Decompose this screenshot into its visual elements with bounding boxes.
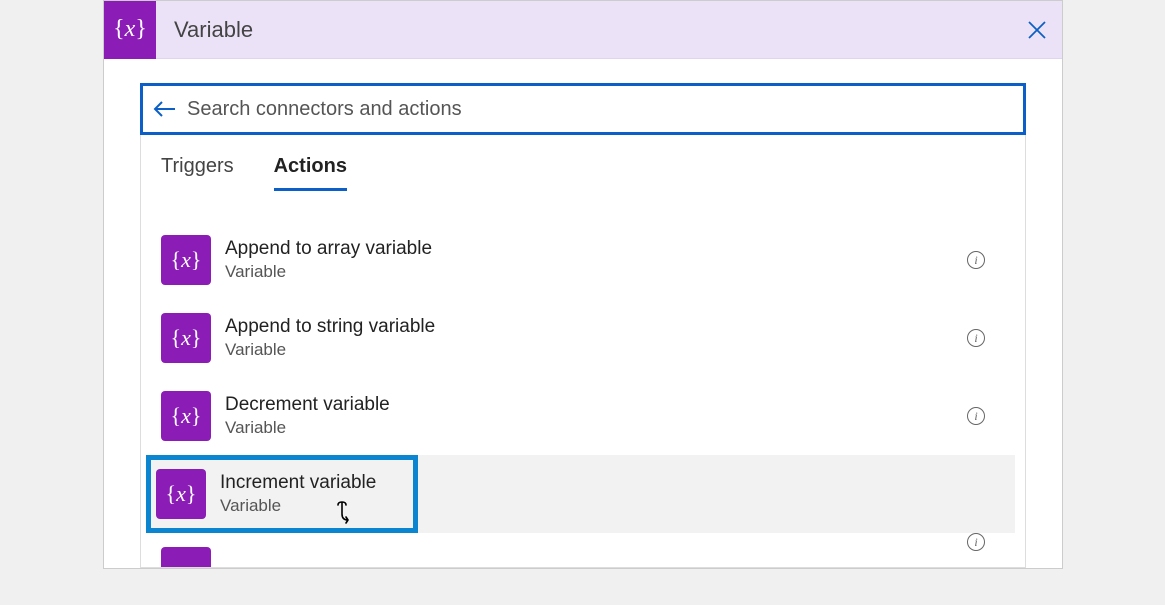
dialog-header: x Variable	[104, 1, 1062, 59]
action-subtitle: Variable	[225, 418, 1005, 438]
action-subtitle: Variable	[225, 340, 1005, 360]
action-subtitle: Variable	[220, 496, 408, 516]
action-title: Append to array variable	[225, 238, 1005, 260]
action-title: Append to string variable	[225, 316, 1005, 338]
action-partial	[151, 533, 1015, 567]
dialog-body: Triggers Actions x Append to array varia…	[104, 59, 1062, 568]
variable-icon: x	[156, 469, 206, 519]
info-icon[interactable]: i	[967, 251, 985, 269]
dialog-panel: x Variable Triggers Actions x Append to …	[103, 0, 1063, 569]
action-subtitle: Variable	[225, 262, 1005, 282]
search-input[interactable]	[187, 98, 1013, 121]
dialog-title: Variable	[174, 17, 1012, 43]
tabs-wrapper: Triggers Actions x Append to array varia…	[140, 135, 1026, 568]
action-text: Append to string variable Variable	[225, 316, 1005, 360]
action-text: Decrement variable Variable	[225, 394, 1005, 438]
brace-icon: x	[113, 16, 147, 43]
back-button[interactable]	[153, 100, 177, 118]
close-icon	[1027, 20, 1047, 40]
variable-icon: x	[104, 1, 156, 59]
variable-icon: x	[161, 391, 211, 441]
info-icon[interactable]: i	[967, 533, 985, 551]
info-icon[interactable]: i	[967, 329, 985, 347]
close-button[interactable]	[1012, 1, 1062, 59]
back-arrow-icon	[153, 100, 177, 118]
action-row-highlighted: x Increment variable Variable i	[151, 455, 1015, 533]
action-text: Increment variable Variable	[220, 472, 408, 516]
variable-icon-partial	[161, 547, 211, 567]
action-decrement[interactable]: x Decrement variable Variable i	[151, 377, 1015, 455]
action-text: Append to array variable Variable	[225, 238, 1005, 282]
action-append-array[interactable]: x Append to array variable Variable i	[151, 221, 1015, 299]
actions-list: x Append to array variable Variable i x …	[141, 191, 1025, 567]
variable-icon: x	[161, 313, 211, 363]
action-title: Increment variable	[220, 472, 408, 494]
action-title: Decrement variable	[225, 394, 1005, 416]
action-append-string[interactable]: x Append to string variable Variable i	[151, 299, 1015, 377]
search-container	[140, 83, 1026, 135]
tab-actions[interactable]: Actions	[274, 155, 347, 191]
variable-icon: x	[161, 235, 211, 285]
action-increment[interactable]: x Increment variable Variable	[146, 455, 418, 533]
info-icon[interactable]: i	[967, 407, 985, 425]
tab-triggers[interactable]: Triggers	[161, 155, 234, 191]
tabs: Triggers Actions	[141, 135, 1025, 191]
